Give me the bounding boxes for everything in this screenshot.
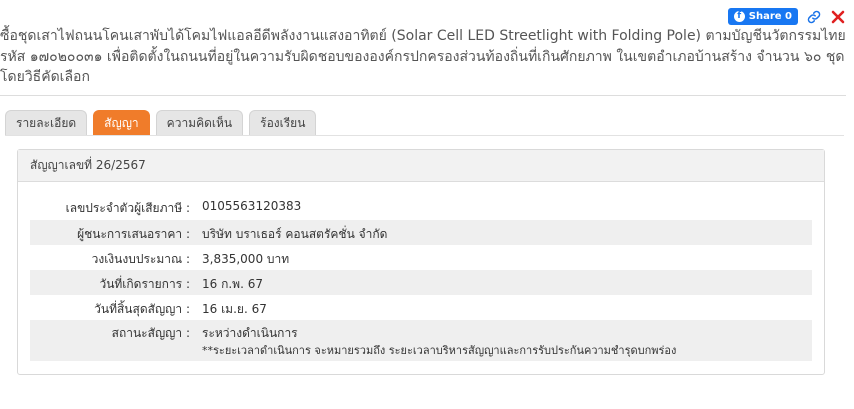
- detail-row-status: สถานะสัญญา : ระหว่างดำเนินการ **ระยะเวลา…: [30, 320, 812, 361]
- detail-row-end-date: วันที่สิ้นสุดสัญญา : 16 เม.ย. 67: [30, 295, 812, 320]
- contract-number-header: สัญญาเลขที่ 26/2567: [18, 150, 824, 182]
- contract-details: เลขประจำตัวผู้เสียภาษี : 0105563120383 ผ…: [30, 195, 812, 361]
- detail-label: วันที่เกิดรายการ :: [99, 277, 190, 291]
- detail-row-budget: วงเงินงบประมาณ : 3,835,000 บาท: [30, 245, 812, 270]
- link-icon: [807, 10, 821, 23]
- detail-label: วันที่สิ้นสุดสัญญา :: [94, 302, 190, 316]
- close-button[interactable]: [830, 9, 846, 25]
- detail-value: 16 เม.ย. 67: [202, 302, 267, 316]
- contract-status: ระหว่างดำเนินการ: [202, 326, 298, 340]
- detail-row-transaction-date: วันที่เกิดรายการ : 16 ก.พ. 67: [30, 270, 812, 295]
- top-actions: f Share 0: [727, 8, 846, 25]
- detail-value: 3,835,000 บาท: [202, 252, 290, 266]
- close-icon: [831, 10, 845, 23]
- tab-contract[interactable]: สัญญา: [93, 110, 150, 135]
- tab-complaints[interactable]: ร้องเรียน: [249, 110, 317, 135]
- detail-label: วงเงินงบประมาณ :: [91, 252, 190, 266]
- detail-value-block: ระหว่างดำเนินการ **ระยะเวลาดำเนินการ จะห…: [202, 325, 812, 359]
- facebook-share-button[interactable]: f Share 0: [727, 8, 798, 25]
- detail-value: 16 ก.พ. 67: [202, 277, 263, 291]
- detail-label: สถานะสัญญา :: [111, 326, 190, 340]
- detail-row-winner: ผู้ชนะการเสนอราคา : บริษัท บราเธอร์ คอนส…: [30, 220, 812, 245]
- detail-label: เลขประจำตัวผู้เสียภาษี :: [65, 201, 190, 215]
- page-title: ซื้อชุดเสาไฟถนนโคนเสาพับได้โคมไฟแอลอีดีพ…: [0, 28, 846, 85]
- tab-details[interactable]: รายละเอียด: [5, 110, 88, 135]
- copy-link-button[interactable]: [806, 9, 822, 25]
- detail-row-tax-id: เลขประจำตัวผู้เสียภาษี : 0105563120383: [30, 195, 812, 220]
- share-label: Share 0: [748, 11, 792, 22]
- detail-label: ผู้ชนะการเสนอราคา :: [77, 227, 190, 241]
- tab-comments[interactable]: ความคิดเห็น: [155, 110, 244, 135]
- tab-bar: รายละเอียด สัญญา ความคิดเห็น ร้องเรียน: [5, 110, 317, 135]
- divider: [0, 95, 846, 96]
- contract-card: สัญญาเลขที่ 26/2567 เลขประจำตัวผู้เสียภา…: [17, 149, 825, 375]
- facebook-icon: f: [733, 11, 745, 22]
- detail-value: 0105563120383: [202, 199, 302, 213]
- status-note: **ระยะเวลาดำเนินการ จะหมายรวมถึง ระยะเวล…: [202, 344, 677, 357]
- detail-value: บริษัท บราเธอร์ คอนสตรัคชั่น จำกัด: [202, 227, 388, 241]
- tabs-divider: [5, 135, 844, 136]
